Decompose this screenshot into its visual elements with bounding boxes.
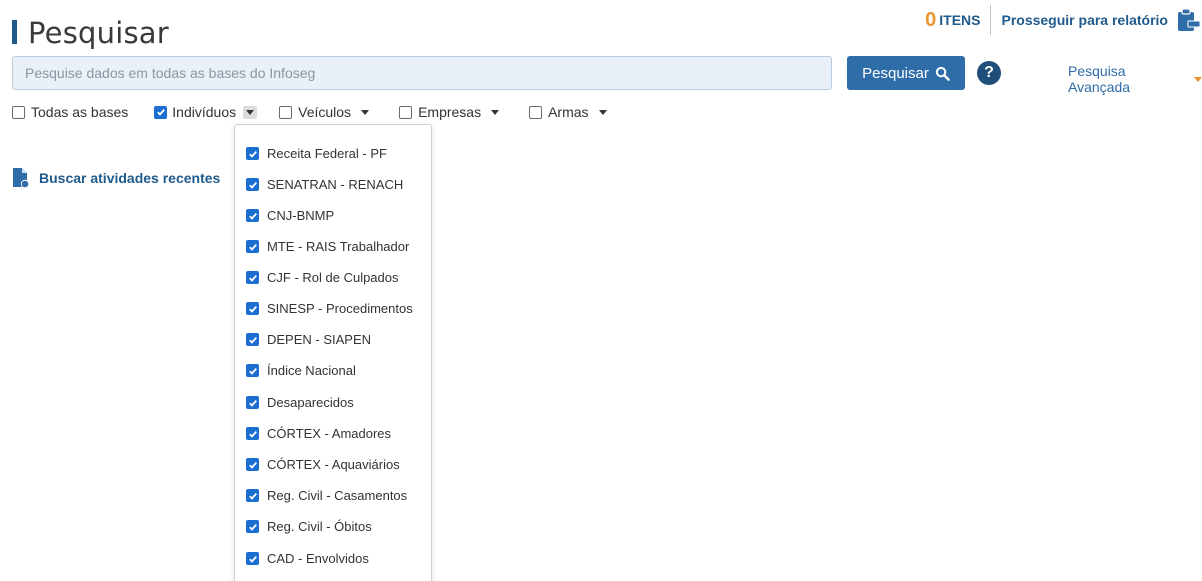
dropdown-item-label: CNJ-BNMP bbox=[267, 208, 335, 223]
caret-down-icon bbox=[246, 109, 255, 115]
dropdown-item-label: Reg. Civil - Casamentos bbox=[267, 488, 408, 503]
checkbox[interactable] bbox=[246, 240, 259, 253]
caret-down-icon[interactable] bbox=[598, 109, 607, 115]
page-title: Pesquisar bbox=[28, 16, 169, 50]
individuos-dropdown-toggle[interactable] bbox=[243, 105, 258, 119]
filter-individuos[interactable]: Indivíduos bbox=[154, 104, 258, 120]
checkbox[interactable] bbox=[246, 396, 259, 409]
checkbox-empresas[interactable] bbox=[399, 105, 413, 119]
individuos-dropdown-menu: Receita Federal - PF SENATRAN - RENACH C… bbox=[234, 124, 432, 581]
dropdown-item-label: Receita Federal - PF bbox=[267, 146, 387, 161]
dropdown-item-label: CJF - Rol de Culpados bbox=[267, 270, 399, 285]
items-label: ITENS bbox=[939, 12, 981, 28]
caret-down-icon[interactable] bbox=[491, 109, 500, 115]
title-accent-bar bbox=[12, 20, 17, 44]
recent-activities-link[interactable]: Buscar atividades recentes bbox=[12, 167, 220, 189]
filter-empresas[interactable]: Empresas bbox=[399, 104, 500, 120]
dropdown-item[interactable]: Reg. Civil - Casamentos bbox=[246, 488, 407, 503]
dropdown-item-label: MTE - RAIS Trabalhador bbox=[267, 239, 410, 254]
search-input[interactable] bbox=[12, 56, 832, 90]
dropdown-item-label: Reg. Civil - Óbitos bbox=[267, 519, 372, 534]
filter-armas[interactable]: Armas bbox=[529, 104, 607, 120]
base-filters: Todas as bases Indivíduos Veículos Empre… bbox=[12, 104, 607, 120]
advanced-search-label: Pesquisa Avançada bbox=[1068, 63, 1131, 95]
checkbox[interactable] bbox=[246, 178, 259, 191]
search-button-label: Pesquisar bbox=[862, 64, 929, 82]
divider bbox=[990, 5, 992, 35]
checkbox[interactable] bbox=[246, 271, 259, 284]
checkbox[interactable] bbox=[246, 520, 259, 533]
items-count: 0 bbox=[925, 8, 937, 31]
dropdown-item[interactable]: DEPEN - SIAPEN bbox=[246, 332, 371, 347]
dropdown-item[interactable]: Receita Federal - PF bbox=[246, 146, 387, 161]
checkbox[interactable] bbox=[246, 333, 259, 346]
help-icon[interactable]: ? bbox=[977, 61, 1001, 85]
checkbox[interactable] bbox=[246, 458, 259, 471]
dropdown-item[interactable]: CÓRTEX - Amadores bbox=[246, 426, 391, 441]
checkbox-veiculos[interactable] bbox=[279, 105, 293, 119]
dropdown-item[interactable]: MTE - RAIS Trabalhador bbox=[246, 239, 409, 254]
dropdown-item-label: CÓRTEX - Amadores bbox=[267, 426, 392, 441]
filter-veiculos[interactable]: Veículos bbox=[279, 104, 370, 120]
clipboard-icon[interactable] bbox=[1174, 6, 1202, 34]
caret-down-icon[interactable] bbox=[361, 109, 370, 115]
search-icon bbox=[935, 66, 950, 81]
filter-label: Indivíduos bbox=[172, 104, 237, 120]
filter-label: Empresas bbox=[418, 104, 482, 120]
search-button[interactable]: Pesquisar bbox=[847, 56, 965, 90]
advanced-search-toggle[interactable]: Pesquisa Avançada bbox=[1068, 63, 1202, 95]
dropdown-item-label: Índice Nacional bbox=[267, 363, 356, 378]
checkbox-todas-as-bases[interactable] bbox=[12, 105, 25, 119]
document-clock-icon bbox=[13, 168, 30, 189]
dropdown-item[interactable]: CJF - Rol de Culpados bbox=[246, 270, 399, 285]
checkbox[interactable] bbox=[246, 364, 259, 377]
dropdown-item[interactable]: CNJ-BNMP bbox=[246, 208, 334, 223]
recent-activities-label: Buscar atividades recentes bbox=[39, 170, 221, 186]
dropdown-item[interactable]: CAD - Envolvidos bbox=[246, 551, 369, 566]
filter-label: Veículos bbox=[298, 104, 352, 120]
filter-label: Armas bbox=[548, 104, 589, 120]
checkbox[interactable] bbox=[246, 552, 259, 565]
chevron-down-icon bbox=[1194, 76, 1202, 82]
dropdown-item[interactable]: Reg. Civil - Óbitos bbox=[246, 519, 372, 534]
dropdown-item[interactable]: Desaparecidos bbox=[246, 395, 354, 410]
checkbox-armas[interactable] bbox=[529, 105, 543, 119]
report-link[interactable]: Prosseguir para relatório bbox=[1001, 12, 1168, 28]
checkbox[interactable] bbox=[246, 302, 259, 315]
cart-bar: 0 ITENS Prosseguir para relatório bbox=[925, 5, 1202, 35]
checkbox[interactable] bbox=[246, 209, 259, 222]
dropdown-item-label: Desaparecidos bbox=[267, 395, 354, 410]
dropdown-item[interactable]: SINESP - Procedimentos bbox=[246, 301, 413, 316]
dropdown-item-label: SINESP - Procedimentos bbox=[267, 301, 413, 316]
dropdown-item-label: CAD - Envolvidos bbox=[267, 551, 369, 566]
filter-label: Todas as bases bbox=[31, 104, 129, 120]
checkbox[interactable] bbox=[246, 489, 259, 502]
dropdown-item[interactable]: Índice Nacional bbox=[246, 363, 356, 378]
dropdown-item-label: DEPEN - SIAPEN bbox=[267, 332, 372, 347]
dropdown-item[interactable]: CÓRTEX - Aquaviários bbox=[246, 457, 400, 472]
checkbox-individuos[interactable] bbox=[154, 105, 168, 119]
dropdown-item[interactable]: SENATRAN - RENACH bbox=[246, 177, 403, 192]
checkbox[interactable] bbox=[246, 427, 259, 440]
checkbox[interactable] bbox=[246, 147, 259, 160]
dropdown-item-label: CÓRTEX - Aquaviários bbox=[267, 457, 400, 472]
dropdown-item-label: SENATRAN - RENACH bbox=[267, 177, 404, 192]
filter-todas-as-bases[interactable]: Todas as bases bbox=[12, 104, 128, 120]
